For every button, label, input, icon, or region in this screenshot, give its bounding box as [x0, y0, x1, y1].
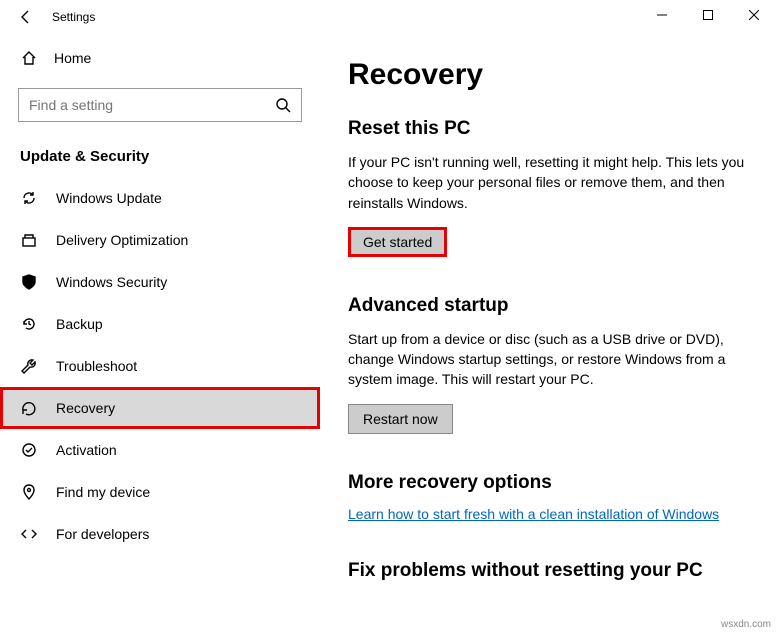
- nav-label: Activation: [56, 442, 117, 458]
- page-title: Recovery: [348, 58, 749, 92]
- back-button[interactable]: [4, 0, 48, 34]
- sidebar-item-home[interactable]: Home: [0, 38, 320, 78]
- window-title: Settings: [48, 10, 95, 24]
- category-heading: Update & Security: [0, 132, 320, 177]
- optimization-icon: [20, 231, 38, 249]
- history-icon: [20, 315, 38, 333]
- minimize-button[interactable]: [639, 0, 685, 30]
- sidebar-item-recovery[interactable]: Recovery: [0, 387, 320, 429]
- sidebar-item-activation[interactable]: Activation: [0, 429, 320, 471]
- location-icon: [20, 483, 38, 501]
- content-pane: Recovery Reset this PC If your PC isn't …: [320, 34, 777, 634]
- advanced-heading: Advanced startup: [348, 295, 749, 317]
- nav-label: Windows Update: [56, 190, 162, 206]
- nav-label: Windows Security: [56, 274, 167, 290]
- reset-description: If your PC isn't running well, resetting…: [348, 152, 749, 213]
- nav-label: For developers: [56, 526, 149, 542]
- check-circle-icon: [20, 441, 38, 459]
- search-input[interactable]: [18, 88, 302, 122]
- close-button[interactable]: [731, 0, 777, 30]
- sync-icon: [20, 189, 38, 207]
- search-icon: [274, 96, 292, 114]
- watermark: wsxdn.com: [721, 619, 771, 630]
- nav-label: Find my device: [56, 484, 150, 500]
- restart-now-button[interactable]: Restart now: [348, 404, 453, 434]
- reset-pc-section: Reset this PC If your PC isn't running w…: [348, 118, 749, 257]
- sidebar-item-troubleshoot[interactable]: Troubleshoot: [0, 345, 320, 387]
- get-started-button[interactable]: Get started: [348, 227, 447, 257]
- fix-heading: Fix problems without resetting your PC: [348, 560, 749, 582]
- code-icon: [20, 525, 38, 543]
- arrow-left-icon: [17, 8, 35, 26]
- sidebar-item-for-developers[interactable]: For developers: [0, 513, 320, 555]
- more-heading: More recovery options: [348, 472, 749, 494]
- recovery-icon: [20, 399, 38, 417]
- advanced-startup-section: Advanced startup Start up from a device …: [348, 295, 749, 434]
- sidebar-item-windows-security[interactable]: Windows Security: [0, 261, 320, 303]
- advanced-description: Start up from a device or disc (such as …: [348, 329, 749, 390]
- nav-label: Recovery: [56, 400, 115, 416]
- sidebar-item-find-my-device[interactable]: Find my device: [0, 471, 320, 513]
- reset-heading: Reset this PC: [348, 118, 749, 140]
- more-recovery-section: More recovery options Learn how to start…: [348, 472, 749, 522]
- fix-problems-section: Fix problems without resetting your PC: [348, 560, 749, 582]
- fresh-install-link[interactable]: Learn how to start fresh with a clean in…: [348, 506, 719, 522]
- nav-label: Backup: [56, 316, 103, 332]
- sidebar-item-delivery-optimization[interactable]: Delivery Optimization: [0, 219, 320, 261]
- nav-label: Troubleshoot: [56, 358, 137, 374]
- maximize-button[interactable]: [685, 0, 731, 30]
- wrench-icon: [20, 357, 38, 375]
- nav-label: Delivery Optimization: [56, 232, 188, 248]
- sidebar-item-windows-update[interactable]: Windows Update: [0, 177, 320, 219]
- shield-icon: [20, 273, 38, 291]
- home-icon: [20, 49, 38, 67]
- sidebar: Home Update & Security Windows Update De…: [0, 34, 320, 634]
- sidebar-item-backup[interactable]: Backup: [0, 303, 320, 345]
- home-label: Home: [54, 50, 91, 66]
